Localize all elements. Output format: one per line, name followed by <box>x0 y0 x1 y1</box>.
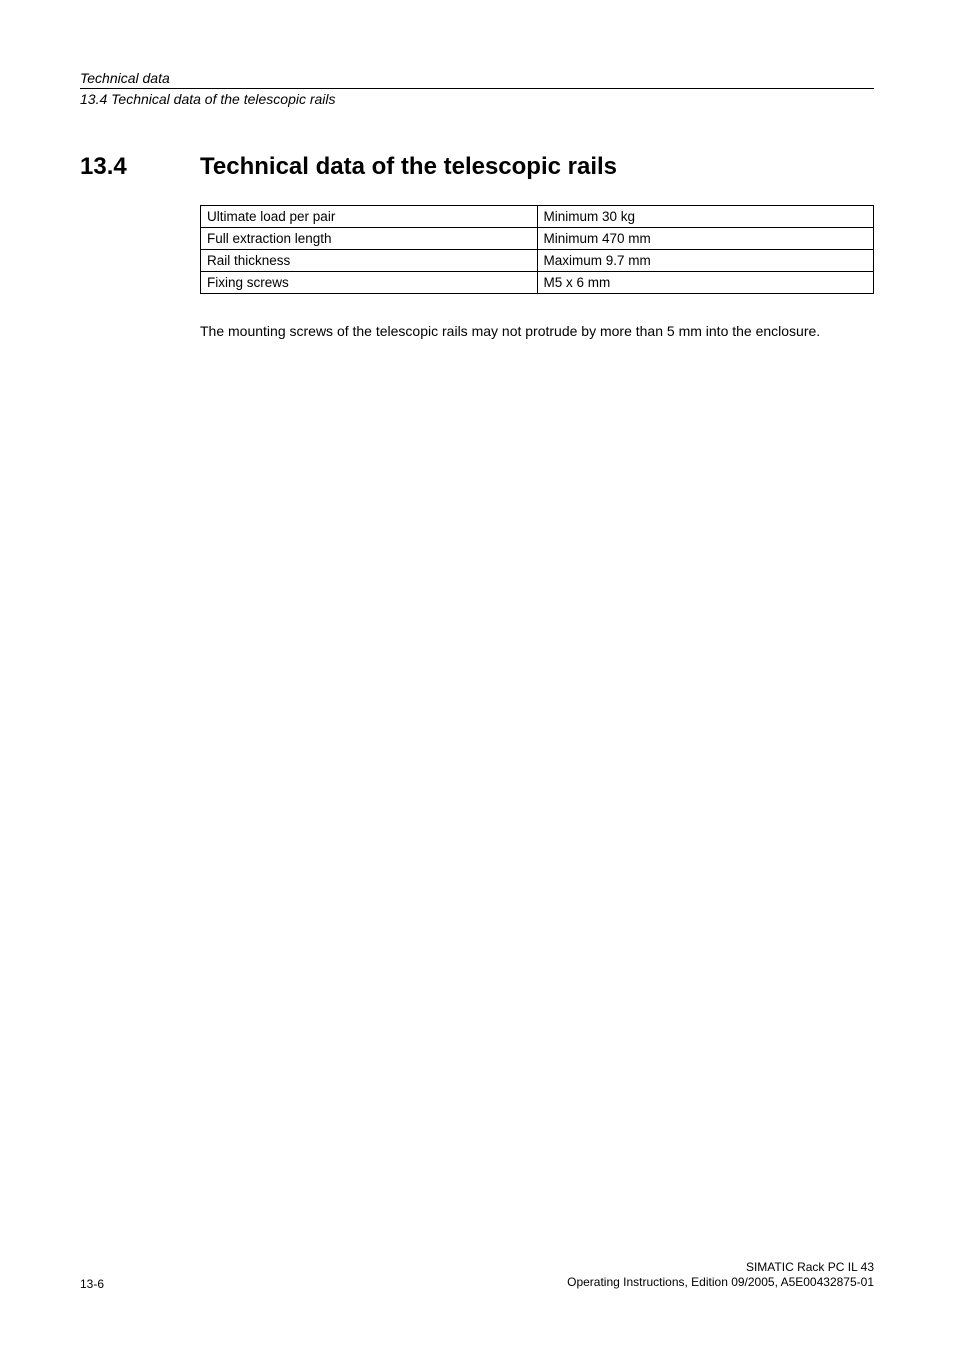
spec-table: Ultimate load per pair Minimum 30 kg Ful… <box>200 205 874 294</box>
body-paragraph: The mounting screws of the telescopic ra… <box>200 322 874 341</box>
table-row: Fixing screws M5 x 6 mm <box>201 272 874 294</box>
document-page: Technical data 13.4 Technical data of th… <box>0 0 954 1351</box>
table-cell-value: Maximum 9.7 mm <box>537 250 874 272</box>
page-footer: 13-6 SIMATIC Rack PC IL 43 Operating Ins… <box>80 1260 874 1291</box>
table-cell-value: M5 x 6 mm <box>537 272 874 294</box>
header-subsection-title: 13.4 Technical data of the telescopic ra… <box>80 91 874 107</box>
footer-doc-info: SIMATIC Rack PC IL 43 Operating Instruct… <box>567 1260 874 1291</box>
content-area: Ultimate load per pair Minimum 30 kg Ful… <box>200 205 874 341</box>
table-cell-label: Fixing screws <box>201 272 538 294</box>
page-header: Technical data 13.4 Technical data of th… <box>80 70 874 107</box>
footer-product: SIMATIC Rack PC IL 43 <box>567 1260 874 1276</box>
footer-edition: Operating Instructions, Edition 09/2005,… <box>567 1275 874 1291</box>
table-cell-label: Rail thickness <box>201 250 538 272</box>
table-cell-label: Ultimate load per pair <box>201 206 538 228</box>
section-heading: 13.4 Technical data of the telescopic ra… <box>80 153 874 181</box>
header-divider <box>80 88 874 89</box>
table-cell-value: Minimum 470 mm <box>537 228 874 250</box>
table-cell-value: Minimum 30 kg <box>537 206 874 228</box>
table-row: Full extraction length Minimum 470 mm <box>201 228 874 250</box>
table-cell-label: Full extraction length <box>201 228 538 250</box>
table-row: Rail thickness Maximum 9.7 mm <box>201 250 874 272</box>
footer-page-number: 13-6 <box>80 1277 104 1291</box>
table-row: Ultimate load per pair Minimum 30 kg <box>201 206 874 228</box>
heading-number: 13.4 <box>80 153 200 181</box>
header-section-title: Technical data <box>80 70 874 86</box>
heading-title: Technical data of the telescopic rails <box>200 153 617 181</box>
